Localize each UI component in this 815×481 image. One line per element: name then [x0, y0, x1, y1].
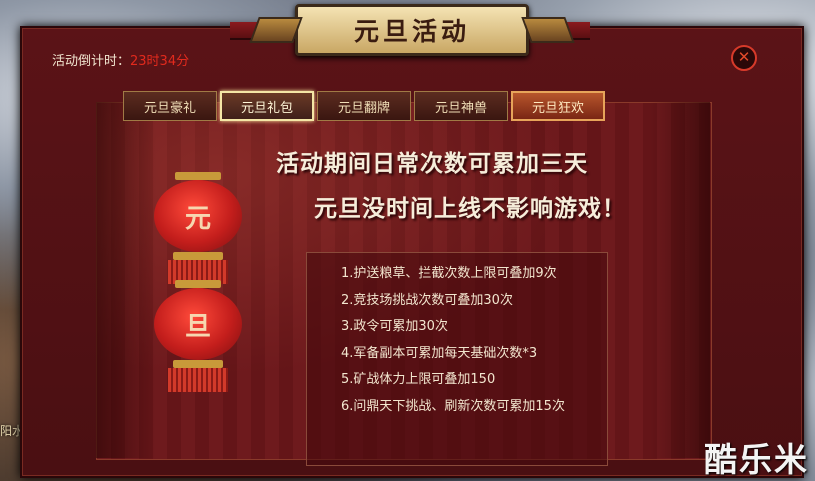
- rule-item: 1.护送粮草、拦截次数上限可叠加9次: [341, 266, 557, 281]
- headline-line-2: 元旦没时间上线不影响游戏！: [314, 195, 626, 222]
- rule-item: 6.问鼎天下挑战、刷新次数可累加15次: [341, 398, 565, 414]
- curtain-right: [650, 102, 710, 458]
- tab-carnival[interactable]: 元旦狂欢: [511, 91, 605, 121]
- tab-gift-pack[interactable]: 元旦礼包: [220, 91, 314, 121]
- close-icon: ✕: [737, 48, 751, 66]
- curtain-left: [96, 102, 156, 458]
- lantern-char: 旦: [184, 311, 211, 342]
- countdown-value: 23时34分: [130, 54, 190, 69]
- tab-bar: 元旦豪礼 元旦礼包 元旦翻牌 元旦神兽 元旦狂欢: [123, 91, 605, 121]
- countdown: 活动倒计时：23时34分: [52, 50, 189, 69]
- rule-item: 5.矿战体力上限可叠加150: [341, 372, 496, 387]
- lantern-yuan: 元: [154, 172, 242, 284]
- close-button[interactable]: ✕: [731, 45, 757, 71]
- tab-gift[interactable]: 元旦豪礼: [123, 91, 217, 121]
- rule-item: 3.政令可累加30次: [341, 319, 448, 334]
- tab-divine-beast[interactable]: 元旦神兽: [414, 91, 508, 121]
- countdown-label: 活动倒计时：: [52, 54, 131, 69]
- dialog-title: 元旦活动: [353, 17, 470, 46]
- tab-flip-card[interactable]: 元旦翻牌: [317, 91, 411, 121]
- lantern-char: 元: [184, 203, 211, 234]
- rule-item: 4.军备副本可累加每天基础次数*3: [341, 345, 538, 361]
- rule-item: 2.竞技场挑战次数可叠加30次: [341, 292, 513, 308]
- watermark: 酷乐米: [704, 440, 809, 479]
- title-plate: 元旦活动: [295, 4, 529, 56]
- headline-line-1: 活动期间日常次数可累加三天: [276, 150, 588, 177]
- rules-box: 1.护送粮草、拦截次数上限可叠加9次 2.竞技场挑战次数可叠加30次 3.政令可…: [306, 252, 608, 466]
- lantern-dan: 旦: [154, 280, 242, 392]
